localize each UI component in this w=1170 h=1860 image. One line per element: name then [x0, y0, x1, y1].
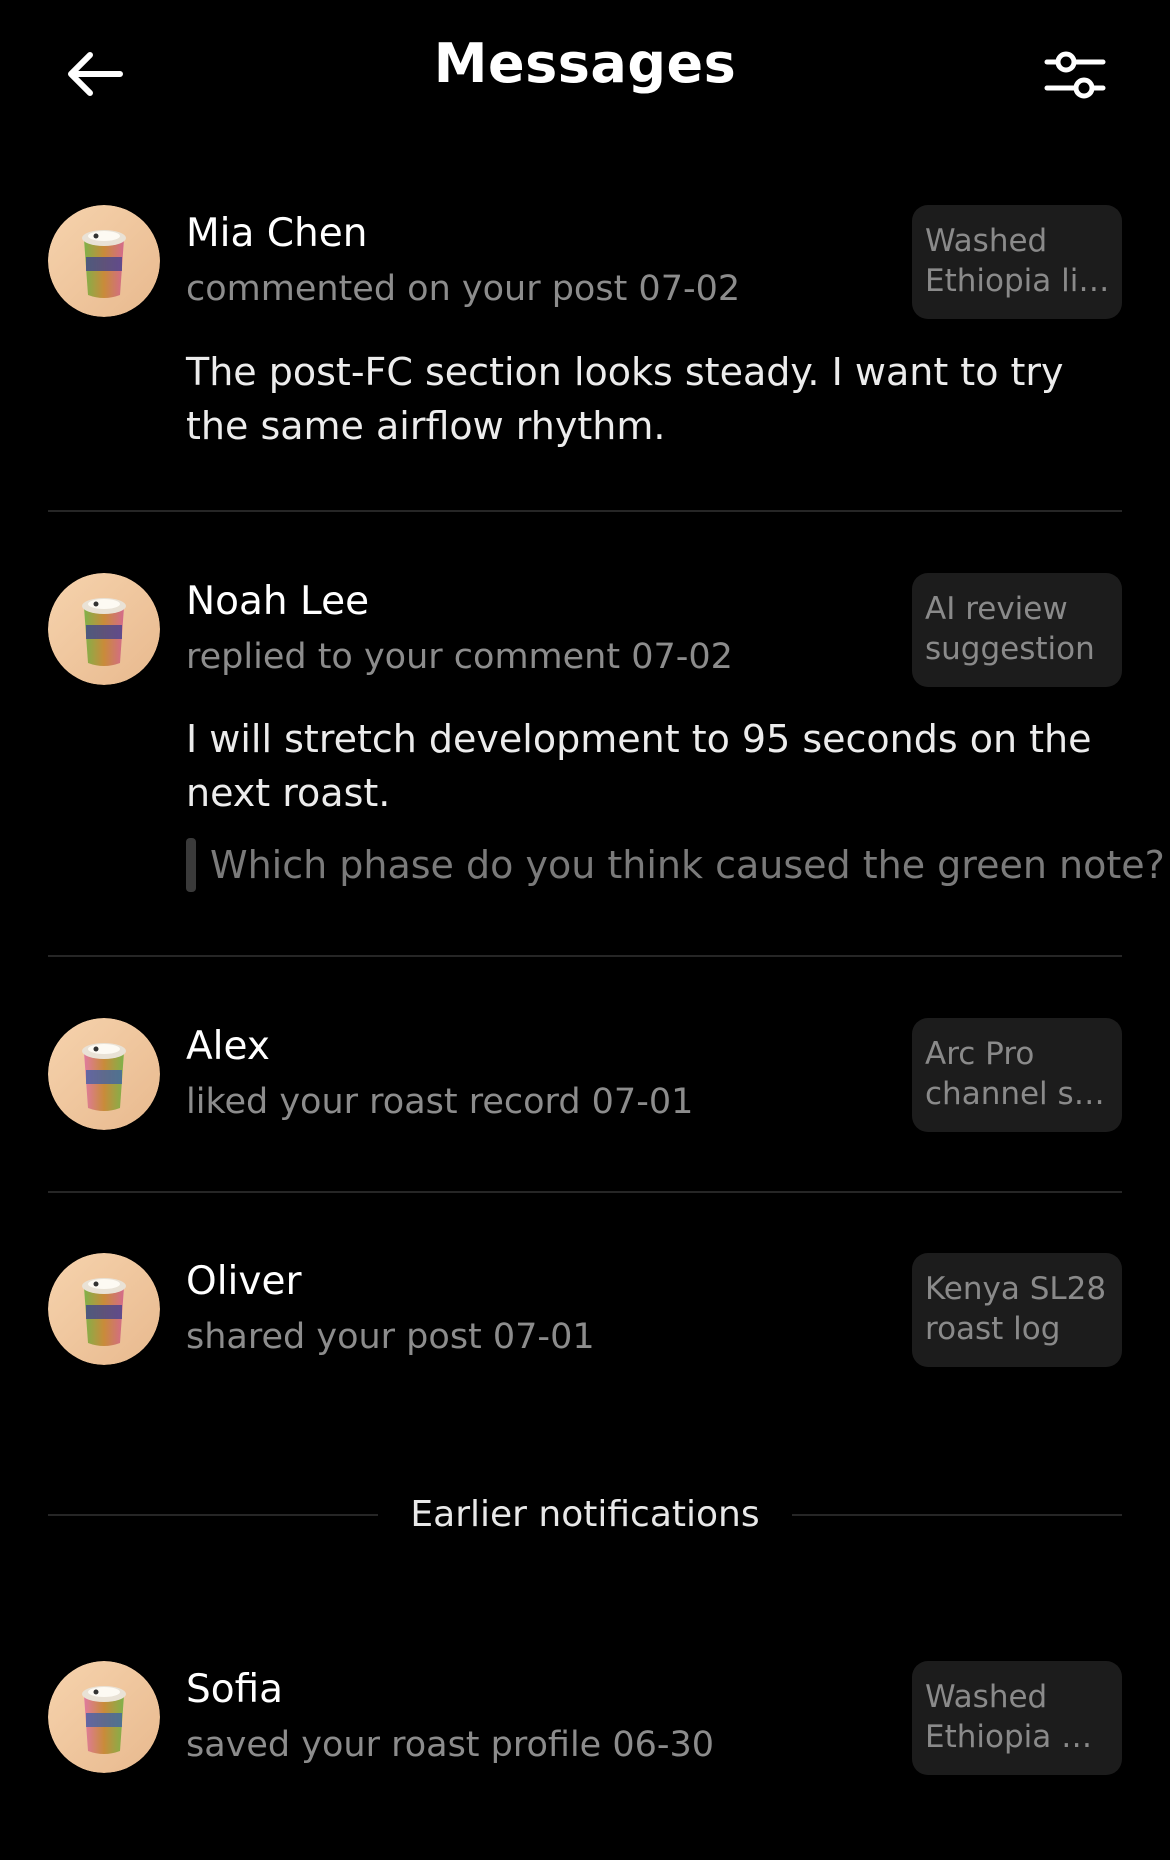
filter-button[interactable] — [1040, 40, 1110, 110]
post-preview-chip[interactable]: Washed Ethiopia 9... — [912, 1661, 1122, 1775]
divider — [48, 955, 1122, 957]
post-preview-chip[interactable]: Washed Ethiopia lig... — [912, 205, 1122, 319]
sender-name[interactable]: Oliver — [186, 1259, 301, 1304]
notification-item[interactable]: Oliver shared your post 07-01 Kenya SL28… — [48, 1253, 1122, 1373]
coffee-cup-avatar-icon — [48, 1253, 160, 1365]
chip-line: suggestion — [925, 631, 1095, 667]
chip-line: Washed — [925, 223, 1048, 259]
chip-line: Ethiopia lig... — [925, 263, 1110, 299]
reply-text: I will stretch development to 95 seconds… — [186, 717, 1092, 815]
divider — [48, 1191, 1122, 1193]
chip-line: Arc Pro — [925, 1036, 1035, 1072]
avatar[interactable] — [48, 205, 160, 317]
notification-action: saved your roast profile 06-30 — [186, 1725, 715, 1765]
divider — [48, 510, 1122, 512]
divider — [792, 1514, 1122, 1516]
post-preview-chip[interactable]: Arc Pro channel se... — [912, 1018, 1122, 1132]
avatar[interactable] — [48, 573, 160, 685]
sender-name[interactable]: Sofia — [186, 1667, 283, 1712]
notification-item[interactable]: Sofia saved your roast profile 06-30 Was… — [48, 1661, 1122, 1781]
notification-action: shared your post 07-01 — [186, 1317, 595, 1357]
sender-name[interactable]: Mia Chen — [186, 211, 367, 256]
chip-line: roast log — [925, 1311, 1061, 1347]
sender-name[interactable]: Noah Lee — [186, 579, 369, 624]
earlier-notifications-header: Earlier notifications — [48, 1490, 1122, 1540]
comment-text: The post-FC section looks steady. I want… — [186, 350, 1064, 448]
post-preview-chip[interactable]: AI review suggestion — [912, 573, 1122, 687]
notification-item[interactable]: Noah Lee replied to your comment 07-02 I… — [48, 573, 1165, 903]
avatar[interactable] — [48, 1018, 160, 1130]
coffee-cup-avatar-icon — [48, 1018, 160, 1130]
quoted-comment: Which phase do you think caused the gree… — [186, 838, 1165, 892]
chip-line: channel se... — [925, 1076, 1110, 1112]
notification-action: liked your roast record 07-01 — [186, 1082, 694, 1122]
coffee-cup-avatar-icon — [48, 1661, 160, 1773]
chip-line: AI review — [925, 591, 1068, 627]
quoted-comment-text: Which phase do you think caused the gree… — [210, 843, 1165, 887]
notification-item[interactable]: Mia Chen commented on your post 07-02 Th… — [48, 205, 1122, 455]
notification-item[interactable]: Alex liked your roast record 07-01 Arc P… — [48, 1018, 1122, 1138]
avatar[interactable] — [48, 1253, 160, 1365]
post-preview-chip[interactable]: Kenya SL28 roast log — [912, 1253, 1122, 1367]
avatar[interactable] — [48, 1661, 160, 1773]
header: Messages — [0, 0, 1170, 140]
notification-action: commented on your post 07-02 — [186, 269, 741, 309]
sender-name[interactable]: Alex — [186, 1024, 270, 1069]
sliders-icon — [1044, 51, 1106, 99]
notification-action: replied to your comment 07-02 — [186, 637, 733, 677]
page-title: Messages — [433, 32, 737, 95]
chip-line: Ethiopia 9... — [925, 1719, 1110, 1755]
chip-line: Kenya SL28 — [925, 1271, 1107, 1307]
quote-bar — [186, 838, 196, 892]
coffee-cup-avatar-icon — [48, 205, 160, 317]
chip-line: Washed — [925, 1679, 1048, 1715]
coffee-cup-avatar-icon — [48, 573, 160, 685]
